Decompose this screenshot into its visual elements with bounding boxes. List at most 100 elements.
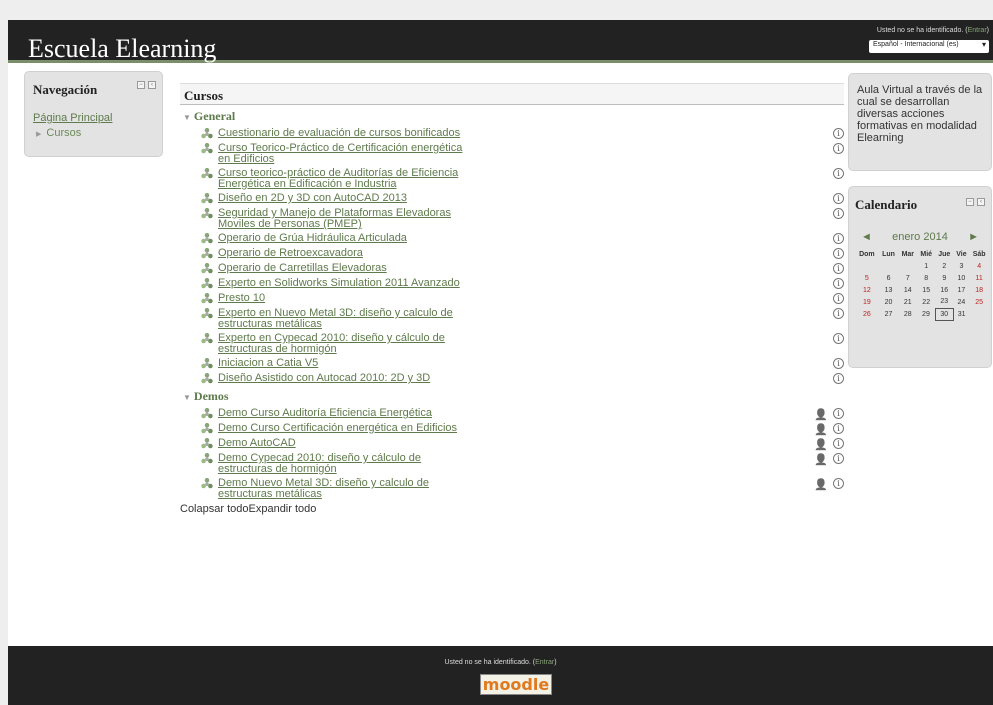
calendar-day[interactable]: 8: [917, 272, 935, 284]
calendar-day[interactable]: 12: [855, 284, 879, 296]
course-item[interactable]: Demo Curso Certificación energética en E…: [201, 420, 844, 436]
info-icon[interactable]: i: [833, 478, 844, 489]
info-icon[interactable]: i: [833, 263, 844, 274]
calendar-day[interactable]: 7: [898, 272, 917, 284]
calendar-day[interactable]: 18: [969, 284, 989, 296]
calendar-day[interactable]: 9: [935, 272, 953, 284]
course-item[interactable]: Operario de Grúa Hidráulica Articulada i: [201, 230, 844, 245]
info-icon[interactable]: i: [833, 438, 844, 449]
dock-block-icon[interactable]: ‹: [977, 198, 985, 206]
course-item[interactable]: Curso teorico-práctico de Auditorías de …: [201, 165, 844, 190]
calendar-day[interactable]: 13: [879, 284, 899, 296]
info-icon[interactable]: i: [833, 333, 844, 344]
course-item[interactable]: Demo Nuevo Metal 3D: diseño y calculo de…: [201, 475, 844, 500]
info-icon[interactable]: i: [833, 358, 844, 369]
calendar-day[interactable]: 21: [898, 296, 917, 308]
collapse-all-link[interactable]: Colapsar todo: [180, 503, 249, 515]
calendar-day[interactable]: 17: [954, 284, 970, 296]
next-month-icon[interactable]: ►: [968, 231, 979, 243]
course-link[interactable]: Operario de Retroexcavadora: [218, 248, 468, 260]
info-icon[interactable]: i: [833, 308, 844, 319]
calendar-day[interactable]: 31: [954, 308, 970, 320]
calendar-day[interactable]: 29: [917, 308, 935, 320]
info-icon[interactable]: i: [833, 373, 844, 384]
course-link[interactable]: Cuestionario de evaluación de cursos bon…: [218, 128, 468, 140]
info-icon[interactable]: i: [833, 193, 844, 204]
course-item[interactable]: Operario de Carretillas Elevadoras i: [201, 260, 844, 275]
calendar-day[interactable]: 25: [969, 296, 989, 308]
course-link[interactable]: Presto 10: [218, 293, 468, 305]
calendar-day[interactable]: 11: [969, 272, 989, 284]
course-item[interactable]: Diseño en 2D y 3D con AutoCAD 2013 i: [201, 190, 844, 205]
calendar-day[interactable]: 15: [917, 284, 935, 296]
course-item[interactable]: Experto en Nuevo Metal 3D: diseño y calc…: [201, 305, 844, 330]
moodle-logo[interactable]: moodle: [480, 674, 552, 695]
calendar-day[interactable]: 24: [954, 296, 970, 308]
course-item[interactable]: Experto en Cypecad 2010: diseño y cálcul…: [201, 330, 844, 355]
info-icon[interactable]: i: [833, 453, 844, 464]
course-item[interactable]: Curso Teorico-Práctico de Certificación …: [201, 140, 844, 165]
course-item[interactable]: Demo Curso Auditoría Eficiencia Energéti…: [201, 405, 844, 421]
login-link[interactable]: Entrar: [968, 27, 987, 34]
course-link[interactable]: Demo AutoCAD: [218, 438, 468, 450]
course-link[interactable]: Demo Curso Certificación energética en E…: [218, 423, 468, 435]
calendar-day[interactable]: 26: [855, 308, 879, 320]
course-link[interactable]: Operario de Carretillas Elevadoras: [218, 263, 468, 275]
hide-block-icon[interactable]: −: [137, 81, 145, 89]
course-item[interactable]: Demo AutoCAD 👤 i: [201, 435, 844, 451]
course-link[interactable]: Experto en Solidworks Simulation 2011 Av…: [218, 278, 468, 290]
calendar-day[interactable]: 16: [935, 284, 953, 296]
course-link[interactable]: Demo Cypecad 2010: diseño y cálculo de e…: [218, 453, 468, 475]
course-item[interactable]: Seguridad y Manejo de Plataformas Elevad…: [201, 205, 844, 230]
calendar-day[interactable]: 22: [917, 296, 935, 308]
calendar-month[interactable]: enero 2014: [892, 231, 948, 243]
course-item[interactable]: Iniciacion a Catia V5 i: [201, 355, 844, 370]
category-title[interactable]: ▼ Demos: [183, 389, 844, 405]
info-icon[interactable]: i: [833, 423, 844, 434]
footer-login-link[interactable]: Entrar: [535, 659, 554, 666]
calendar-day[interactable]: 10: [954, 272, 970, 284]
calendar-day[interactable]: 2: [935, 260, 953, 272]
dock-block-icon[interactable]: ‹: [148, 81, 156, 89]
info-icon[interactable]: i: [833, 248, 844, 259]
course-item[interactable]: Operario de Retroexcavadora i: [201, 245, 844, 260]
course-link[interactable]: Curso teorico-práctico de Auditorías de …: [218, 168, 468, 190]
calendar-day[interactable]: 1: [917, 260, 935, 272]
course-item[interactable]: Demo Cypecad 2010: diseño y cálculo de e…: [201, 450, 844, 475]
calendar-day[interactable]: 19: [855, 296, 879, 308]
course-link[interactable]: Demo Curso Auditoría Eficiencia Energéti…: [218, 408, 468, 420]
course-link[interactable]: Seguridad y Manejo de Plataformas Elevad…: [218, 208, 468, 230]
course-link[interactable]: Experto en Cypecad 2010: diseño y cálcul…: [218, 333, 468, 355]
info-icon[interactable]: i: [833, 168, 844, 179]
course-link[interactable]: Curso Teorico-Práctico de Certificación …: [218, 143, 468, 165]
info-icon[interactable]: i: [833, 293, 844, 304]
course-item[interactable]: Cuestionario de evaluación de cursos bon…: [201, 125, 844, 140]
course-item[interactable]: Experto en Solidworks Simulation 2011 Av…: [201, 275, 844, 290]
course-link[interactable]: Diseño en 2D y 3D con AutoCAD 2013: [218, 193, 468, 205]
calendar-day[interactable]: 4: [969, 260, 989, 272]
nav-home-link[interactable]: Página Principal: [33, 112, 154, 124]
category-title[interactable]: ▼ General: [183, 109, 844, 125]
calendar-day[interactable]: 30: [934, 307, 955, 321]
expand-all-link[interactable]: Expandir todo: [249, 503, 317, 515]
calendar-day[interactable]: 3: [954, 260, 970, 272]
course-link[interactable]: Operario de Grúa Hidráulica Articulada: [218, 233, 468, 245]
info-icon[interactable]: i: [833, 233, 844, 244]
course-link[interactable]: Diseño Asistido con Autocad 2010: 2D y 3…: [218, 373, 468, 385]
calendar-day[interactable]: 6: [879, 272, 899, 284]
calendar-day[interactable]: 14: [898, 284, 917, 296]
course-link[interactable]: Iniciacion a Catia V5: [218, 358, 468, 370]
nav-courses-item[interactable]: ▶ Cursos: [36, 127, 154, 139]
calendar-day[interactable]: 20: [879, 296, 899, 308]
language-select[interactable]: Español - Internacional (es) ▾: [869, 40, 989, 53]
previous-month-icon[interactable]: ◄: [861, 231, 872, 243]
course-link[interactable]: Experto en Nuevo Metal 3D: diseño y calc…: [218, 308, 468, 330]
info-icon[interactable]: i: [833, 408, 844, 419]
course-item[interactable]: Diseño Asistido con Autocad 2010: 2D y 3…: [201, 370, 844, 385]
calendar-day[interactable]: 5: [855, 272, 879, 284]
info-icon[interactable]: i: [833, 128, 844, 139]
course-item[interactable]: Presto 10 i: [201, 290, 844, 305]
calendar-day[interactable]: 28: [898, 308, 917, 320]
calendar-day[interactable]: 23: [935, 296, 953, 308]
course-link[interactable]: Demo Nuevo Metal 3D: diseño y calculo de…: [218, 478, 468, 500]
